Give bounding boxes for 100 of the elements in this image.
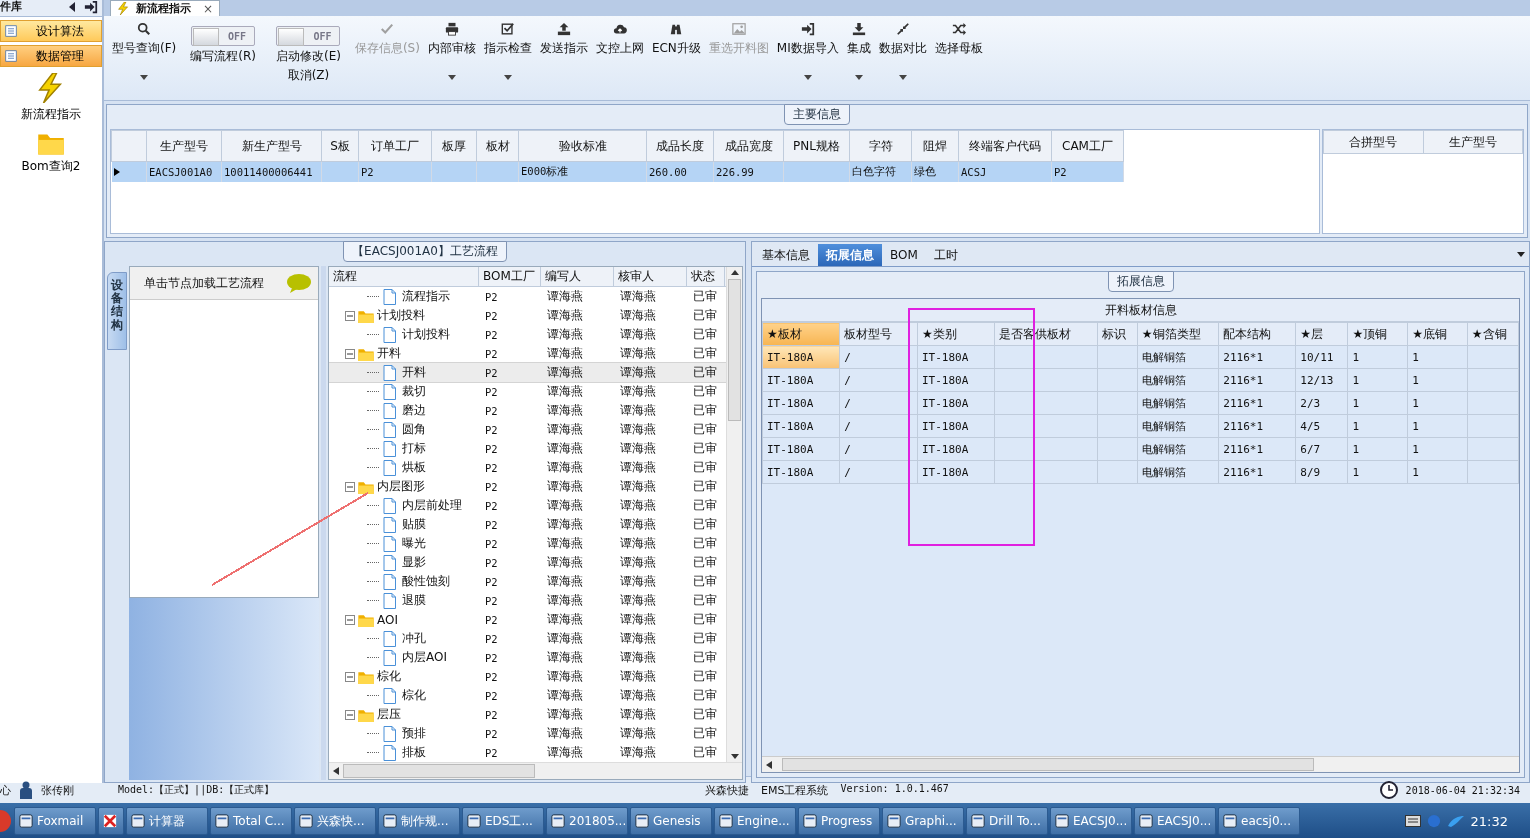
taskbar-button[interactable]: Foxmail [14, 807, 96, 835]
taskbar-button[interactable]: eacsj0... [1218, 807, 1300, 835]
column-header[interactable]: 编写人 [541, 267, 614, 286]
column-header[interactable]: ★含铜 [1467, 322, 1519, 346]
tree-row[interactable]: 流程指示 P2 谭海燕 谭海燕 已审 [329, 287, 726, 306]
toolbar-button[interactable]: 型号查询(F) [108, 16, 181, 80]
tree-row[interactable]: 预排 P2 谭海燕 谭海燕 已审 [329, 724, 726, 743]
tree-row[interactable]: 显影 P2 谭海燕 谭海燕 已审 [329, 553, 726, 572]
tree-row[interactable]: 烘板 P2 谭海燕 谭海燕 已审 [329, 458, 726, 477]
tree-row[interactable]: 内层AOI P2 谭海燕 谭海燕 已审 [329, 648, 726, 667]
vertical-tab[interactable]: 设备结构 [107, 272, 127, 350]
tree-row[interactable]: 贴膜 P2 谭海燕 谭海燕 已审 [329, 515, 726, 534]
column-header[interactable]: 标识 [1097, 322, 1138, 346]
column-header[interactable]: 生产型号 [1423, 130, 1523, 154]
column-header[interactable]: 终端客户代码 [958, 130, 1052, 162]
sidebar-group[interactable]: 数据管理 [0, 45, 102, 67]
column-header[interactable]: 新生产型号 [221, 130, 322, 162]
column-header[interactable]: 配本结构 [1218, 322, 1296, 346]
tree-row[interactable]: 冲孔 P2 谭海燕 谭海燕 已审 [329, 629, 726, 648]
tree-row[interactable]: 棕化 P2 谭海燕 谭海燕 已审 [329, 667, 726, 686]
tree-row[interactable]: 打标 P2 谭海燕 谭海燕 已审 [329, 439, 726, 458]
tree-row[interactable]: 内层图形 P2 谭海燕 谭海燕 已审 [329, 477, 726, 496]
taskbar-button[interactable]: Engine... [714, 807, 796, 835]
tree-row[interactable]: 圆角 P2 谭海燕 谭海燕 已审 [329, 420, 726, 439]
column-header[interactable]: 验收标准 [518, 130, 647, 162]
tab[interactable]: 工时 [925, 244, 966, 266]
tree-row[interactable]: 裁切 P2 谭海燕 谭海燕 已审 [329, 382, 726, 401]
taskbar-button[interactable]: 制作规... [378, 807, 460, 835]
taskbar-button[interactable]: Drill To... [966, 807, 1048, 835]
tab[interactable]: 拓展信息 [818, 244, 882, 266]
tree-row[interactable]: 酸性蚀刻 P2 谭海燕 谭海燕 已审 [329, 572, 726, 591]
sidebar-group[interactable]: 设计算法 [0, 20, 102, 42]
column-header[interactable]: 成品长度 [646, 130, 714, 162]
vertical-scrollbar[interactable] [726, 267, 742, 762]
taskbar-button[interactable]: EDS工... [462, 807, 544, 835]
column-header[interactable]: 成品宽度 [713, 130, 784, 162]
taskbar-button[interactable] [98, 807, 124, 835]
document-tab[interactable]: 新流程指示 × [110, 0, 221, 16]
toggle-switch[interactable]: OFF [276, 26, 341, 46]
column-header[interactable]: 板材型号 [839, 322, 918, 346]
tree-row[interactable]: 棕化 P2 谭海燕 谭海燕 已审 [329, 686, 726, 705]
tree-row[interactable]: 计划投料 P2 谭海燕 谭海燕 已审 [329, 325, 726, 344]
toolbar-button[interactable]: 内部审核 [423, 16, 480, 80]
tab[interactable]: 基本信息 [754, 244, 818, 266]
toolbar-button[interactable]: ECN升级 [647, 16, 705, 57]
column-header[interactable]: S板 [321, 130, 359, 162]
column-header[interactable]: 合拼型号 [1323, 130, 1423, 154]
column-header[interactable]: 订单工厂 [358, 130, 432, 162]
taskbar-button[interactable]: Progress [798, 807, 880, 835]
tree-row[interactable]: 退膜 P2 谭海燕 谭海燕 已审 [329, 591, 726, 610]
taskbar-button[interactable]: 兴森快... [294, 807, 376, 835]
taskbar-button[interactable]: 201805... [546, 807, 628, 835]
column-header[interactable]: 流程 [329, 267, 479, 286]
column-header[interactable]: 阻焊 [911, 130, 959, 162]
tree-row[interactable]: 曝光 P2 谭海燕 谭海燕 已审 [329, 534, 726, 553]
toolbar-button[interactable]: 文控上网 [591, 16, 648, 57]
tree-row[interactable]: 内层前处理 P2 谭海燕 谭海燕 已审 [329, 496, 726, 515]
column-header[interactable]: 板厚 [431, 130, 477, 162]
tree-row[interactable]: 开料 P2 谭海燕 谭海燕 已审 [329, 363, 726, 382]
tree-row[interactable]: 计划投料 P2 谭海燕 谭海燕 已审 [329, 306, 726, 325]
tree-row[interactable]: AOI P2 谭海燕 谭海燕 已审 [329, 610, 726, 629]
toolbar-button[interactable]: MI数据导入 [772, 16, 843, 80]
column-header[interactable]: ★底铜 [1407, 322, 1468, 346]
toggle-switch[interactable]: OFF [191, 26, 256, 46]
sidebar-shortcut[interactable]: 新流程指示 [0, 73, 102, 123]
taskbar-button[interactable]: Total C... [210, 807, 292, 835]
column-header[interactable]: ★类别 [917, 322, 995, 346]
toolbar-button[interactable]: 选择母板 [930, 16, 987, 57]
tree-row[interactable]: 磨边 P2 谭海燕 谭海燕 已审 [329, 401, 726, 420]
toolbar-button[interactable]: 集成 [842, 16, 875, 80]
tab[interactable]: BOM [882, 244, 926, 266]
column-header[interactable]: 状态 [687, 267, 725, 286]
column-header[interactable]: 生产型号 [146, 130, 222, 162]
taskbar-button[interactable]: Graphi... [882, 807, 964, 835]
column-header[interactable]: PNL规格 [783, 130, 850, 162]
taskbar-button[interactable]: EACSJ0... [1134, 807, 1216, 835]
scrollbar-thumb[interactable] [728, 279, 741, 421]
scrollbar-thumb[interactable] [782, 758, 1314, 771]
taskbar-button[interactable]: Genesis [630, 807, 712, 835]
toolbar-button[interactable]: 指示检查 [479, 16, 536, 80]
scrollbar-thumb[interactable] [343, 764, 535, 778]
column-header[interactable]: 板材 [476, 130, 519, 162]
column-header[interactable]: ★层 [1295, 322, 1348, 346]
column-header[interactable]: ★顶铜 [1347, 322, 1408, 346]
toolbar-button[interactable]: 发送指示 [535, 16, 592, 57]
taskbar-button[interactable]: EACSJ0... [1050, 807, 1132, 835]
column-header[interactable]: 字符 [849, 130, 912, 162]
tree-row[interactable]: 排板 P2 谭海燕 谭海燕 已审 [329, 743, 726, 762]
tree-row[interactable]: 开料 P2 谭海燕 谭海燕 已审 [329, 344, 726, 363]
close-button[interactable]: × [197, 1, 214, 16]
sidebar-shortcut[interactable]: Bom查询2 [0, 129, 102, 175]
column-header[interactable]: CAM工厂 [1051, 130, 1124, 162]
column-header[interactable]: BOM工厂 [479, 267, 541, 286]
column-header[interactable]: ★板材 [762, 322, 840, 346]
tree-row[interactable]: 层压 P2 谭海燕 谭海燕 已审 [329, 705, 726, 724]
horizontal-scrollbar[interactable] [329, 762, 742, 779]
taskbar-button[interactable]: 计算器 [126, 807, 208, 835]
horizontal-scrollbar[interactable] [762, 756, 1519, 772]
toolbar-button[interactable]: 数据对比 [874, 16, 931, 80]
column-header[interactable]: ★铜箔类型 [1137, 322, 1219, 346]
